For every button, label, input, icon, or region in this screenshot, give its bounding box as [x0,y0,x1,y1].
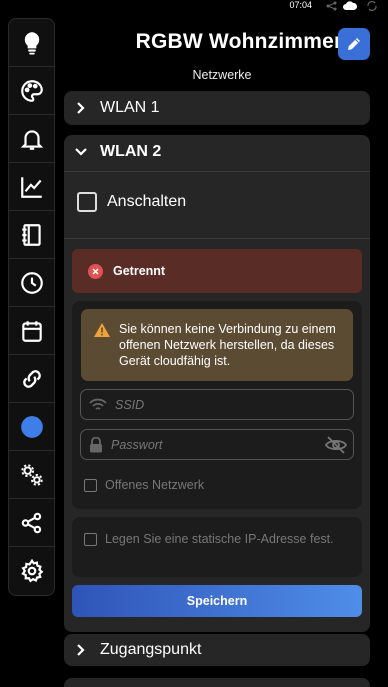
enable-label: Anschalten [107,193,187,210]
pencil-icon [348,38,360,50]
password-input[interactable]: Passwort [80,429,354,460]
accordion-next[interactable] [64,678,370,687]
warning-text: Sie können keine Verbindung zu einem off… [119,322,336,368]
accordion-header-accesspoint[interactable]: Zugangspunkt [64,634,370,666]
sidebar-item-log[interactable] [9,211,54,259]
sidebar-item-sharing[interactable] [9,499,54,547]
book-icon [22,223,41,246]
error-icon [88,263,103,279]
ssid-placeholder: SSID [115,397,145,412]
status-time: 07:04 [289,0,312,10]
save-button[interactable]: Speichern [72,585,362,617]
status-bar: 07:04 [0,0,388,12]
sidebar-item-links[interactable] [9,355,54,403]
wifi-icon [89,398,107,410]
refresh-icon[interactable] [366,1,378,11]
chevron-right-icon [77,102,85,114]
share-status-icon [326,1,337,11]
chevron-down-icon [75,148,87,156]
open-network-checkbox[interactable] [84,478,97,492]
eye-slash-icon[interactable] [325,436,347,454]
divider [64,171,370,172]
accordion-label-wlan2: WLAN 2 [100,143,162,160]
password-placeholder: Passwort [111,437,163,452]
warning-icon [94,323,110,337]
sidebar-item-statistics[interactable] [9,163,54,211]
accordion-label-accesspoint: Zugangspunkt [100,641,202,658]
sidebar-item-light[interactable] [9,19,54,67]
status-text: Getrennt [113,264,166,278]
open-network-row[interactable]: Offenes Netzwerk [84,478,204,492]
static-ip-row[interactable]: Legen Sie eine statische IP-Adresse fest… [84,531,345,547]
line-chart-icon [21,176,42,198]
sidebar-item-colors[interactable] [9,67,54,115]
sidebar-item-timers[interactable] [9,259,54,307]
status-alert: Getrennt [72,249,362,293]
accordion-label-wlan1: WLAN 1 [100,99,160,116]
chevron-right-icon [77,644,85,656]
sidebar-item-network[interactable] [9,403,54,451]
accordion-accesspoint[interactable]: Zugangspunkt [64,634,370,666]
static-ip-checkbox[interactable] [84,533,97,546]
static-ip-label: Legen Sie eine statische IP-Adresse fest… [105,532,334,546]
accordion-header-wlan1[interactable]: WLAN 1 [64,91,370,125]
settings-icon [21,558,44,583]
clock-icon [21,271,43,294]
lightbulb-icon [24,31,40,54]
share-icon [21,512,42,533]
bell-icon [20,129,44,150]
accordion-wlan2: WLAN 2 Anschalten Getrennt Sie können ke… [64,135,370,632]
accordion-header-wlan2[interactable]: WLAN 2 [64,135,370,169]
lock-icon [90,436,102,452]
divider [64,238,370,239]
calendar-icon [22,320,42,342]
sidebar-item-schedule[interactable] [9,307,54,355]
edit-button[interactable] [338,28,370,60]
page-subtitle: Netzwerke [192,68,252,82]
sidebar-item-system[interactable] [9,451,54,499]
enable-checkbox[interactable] [77,192,97,212]
enable-checkbox-row[interactable]: Anschalten [77,192,186,212]
palette-icon [21,79,43,102]
credentials-panel: Sie können keine Verbindung zu einem off… [72,301,362,509]
accordion-wlan1[interactable]: WLAN 1 [64,91,370,125]
static-ip-panel: Legen Sie eine statische IP-Adresse fest… [72,517,362,577]
globe-icon [21,415,43,438]
main-content: RGBW Wohnzimmer Netzwerke WLAN 1 WLAN 2 … [56,12,388,687]
ssid-input[interactable]: SSID [80,389,354,420]
sidebar-item-notifications[interactable] [9,115,54,163]
gears-icon [21,463,43,486]
sidebar-item-settings[interactable] [9,547,54,595]
open-network-label: Offenes Netzwerk [105,478,205,492]
cloud-icon [343,1,358,10]
sidebar [8,18,55,596]
link-icon [23,369,41,388]
warning-alert: Sie können keine Verbindung zu einem off… [81,309,353,381]
